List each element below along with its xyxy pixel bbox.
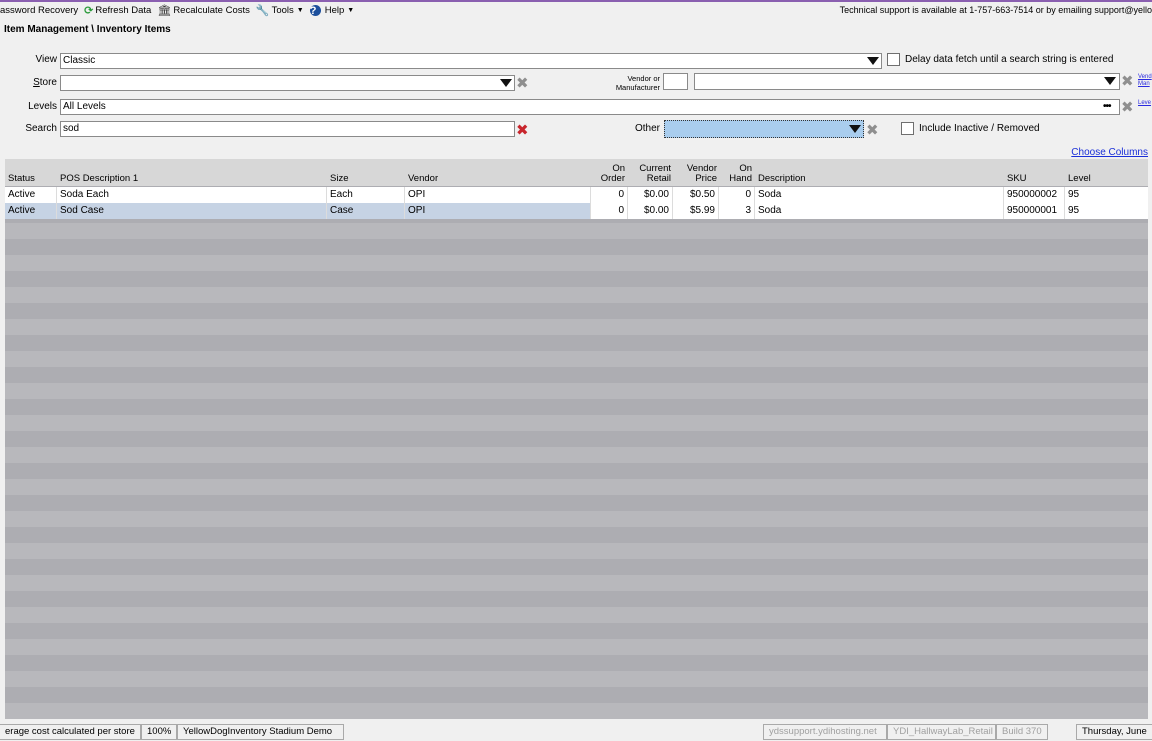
include-inactive-label: Include Inactive / Removed (919, 123, 1040, 134)
menu-password-recovery[interactable]: assword Recovery (0, 5, 78, 16)
col-header-size[interactable]: Size (330, 174, 348, 184)
delay-fetch-checkbox[interactable] (887, 53, 900, 66)
cell-level: 95 (1065, 203, 1148, 219)
chevron-down-icon: ▼ (296, 7, 304, 14)
cell-vendor: OPI (405, 187, 591, 203)
wrench-icon: 🔧 (255, 5, 270, 17)
cell-on-hand: 3 (719, 203, 755, 219)
other-select[interactable] (664, 120, 864, 138)
col-header-vendor[interactable]: Vendor (408, 174, 438, 184)
store-clear-icon[interactable]: ✖ (516, 76, 529, 91)
cell-on-order: 0 (591, 187, 628, 203)
bank-icon: 🏛 (157, 5, 172, 17)
search-input[interactable]: sod (60, 121, 515, 137)
cell-sku: 950000002 (1004, 187, 1065, 203)
menu-refresh-data[interactable]: ⟳ Refresh Data (84, 4, 151, 17)
vendor-code-input[interactable] (663, 73, 688, 90)
cell-on-order: 0 (591, 203, 628, 219)
levels-label: Levels (28, 101, 57, 112)
status-date: Thursday, June (1076, 724, 1152, 740)
other-dropdown-arrow-icon[interactable] (849, 125, 861, 133)
table-row[interactable]: Active Sod Case Case OPI 0 $0.00 $5.99 3… (5, 203, 1148, 219)
other-label: Other (634, 123, 660, 134)
cell-on-hand: 0 (719, 187, 755, 203)
menu-help[interactable]: ? Help ▼ (309, 5, 355, 17)
store-dropdown-arrow-icon[interactable] (500, 79, 512, 87)
store-label: Store (33, 77, 57, 88)
levels-select[interactable]: All Levels (60, 99, 1120, 115)
status-database: YellowDogInventory Stadium Demo (177, 724, 344, 740)
cell-size: Case (327, 203, 405, 219)
cell-vendor-price: $0.50 (673, 187, 719, 203)
col-header-description[interactable]: Description (758, 174, 806, 184)
delay-fetch-label: Delay data fetch until a search string i… (905, 54, 1114, 65)
refresh-icon: ⟳ (84, 5, 94, 17)
col-header-vendor-price[interactable]: Vendor Price (675, 164, 717, 184)
cell-level: 95 (1068, 189, 1080, 200)
status-host: ydssupport.ydihosting.net (763, 724, 887, 740)
other-clear-icon[interactable]: ✖ (866, 123, 879, 138)
levels-browse-button[interactable]: ••• (1103, 101, 1111, 112)
status-instance: YDI_HallwayLab_Retail (887, 724, 996, 740)
status-zoom: 100% (141, 724, 177, 740)
cell-status: Active (5, 203, 57, 219)
vendor-label: Vendor or Manufacturer (615, 74, 660, 92)
store-select[interactable] (60, 75, 515, 91)
chevron-down-icon: ▼ (347, 7, 355, 14)
search-label: Search (25, 123, 57, 134)
col-header-level[interactable]: Level (1068, 174, 1091, 184)
col-header-on-hand[interactable]: On Hand (719, 164, 752, 184)
vendor-clear-icon[interactable]: ✖ (1121, 74, 1134, 89)
cell-vendor-price: $5.99 (673, 203, 719, 219)
cell-pos-description: Soda Each (57, 187, 327, 203)
cell-current-retail: $0.00 (628, 203, 673, 219)
vendor-select[interactable] (694, 73, 1120, 90)
choose-columns-link[interactable]: Choose Columns (1071, 147, 1148, 158)
cell-size: Each (327, 187, 405, 203)
view-select[interactable]: Classic (60, 53, 882, 69)
support-info: Technical support is available at 1-757-… (839, 5, 1152, 15)
cell-pos-description: Sod Case (57, 203, 327, 219)
search-clear-icon[interactable]: ✖ (516, 123, 529, 138)
include-inactive-checkbox[interactable] (901, 122, 914, 135)
view-label: View (35, 54, 58, 65)
vendor-manufacturer-link[interactable]: Vend Man (1138, 74, 1152, 88)
cell-vendor: OPI (405, 203, 591, 219)
help-icon: ? (309, 5, 321, 17)
col-header-status[interactable]: Status (8, 174, 35, 184)
col-header-sku[interactable]: SKU (1007, 174, 1027, 184)
cell-status: Active (5, 187, 57, 203)
levels-link[interactable]: Leve (1138, 100, 1151, 107)
view-dropdown-arrow-icon[interactable] (867, 57, 879, 65)
status-cost-mode: erage cost calculated per store (0, 724, 141, 740)
col-header-on-order[interactable]: On Order (595, 164, 625, 184)
cell-description: Soda (755, 203, 1004, 219)
menu-tools[interactable]: 🔧 Tools ▼ (256, 4, 304, 17)
col-header-pos-description[interactable]: POS Description 1 (60, 174, 138, 184)
cell-sku: 950000001 (1004, 203, 1065, 219)
levels-clear-icon[interactable]: ✖ (1121, 100, 1134, 115)
cell-current-retail: $0.00 (628, 187, 673, 203)
grid-header: Status POS Description 1 Size Vendor On … (5, 159, 1148, 186)
table-row[interactable]: Active Soda Each Each OPI 0 $0.00 $0.50 … (5, 187, 1148, 203)
inventory-grid[interactable]: Status POS Description 1 Size Vendor On … (5, 159, 1148, 719)
cell-description: Soda (755, 187, 1004, 203)
menu-recalculate-costs[interactable]: 🏛 Recalculate Costs (157, 4, 250, 17)
status-build: Build 370 (996, 724, 1048, 740)
status-bar: erage cost calculated per store 100% Yel… (0, 723, 1152, 741)
vendor-dropdown-arrow-icon[interactable] (1104, 77, 1116, 85)
col-header-current-retail[interactable]: Current Retail (630, 164, 671, 184)
breadcrumb: Item Management \ Inventory Items (4, 24, 171, 35)
